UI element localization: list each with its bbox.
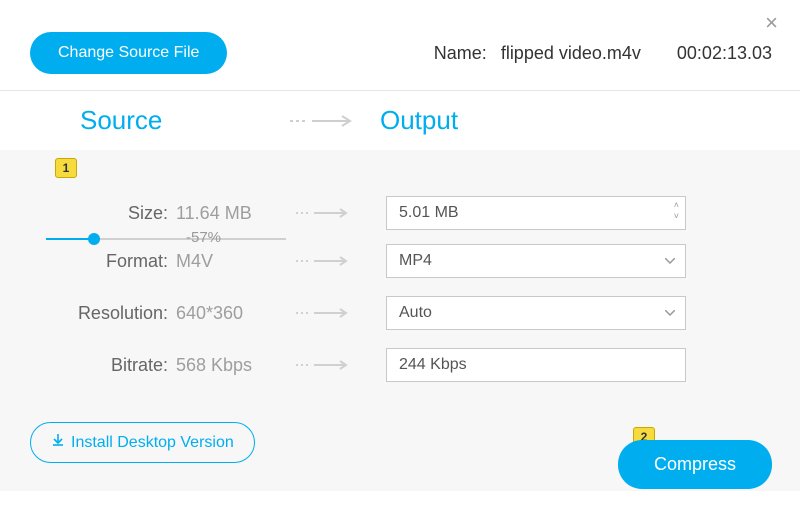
arrow-icon: [296, 307, 386, 319]
install-desktop-label: Install Desktop Version: [71, 434, 234, 452]
stepper-icon[interactable]: ˄˅: [674, 200, 679, 222]
label-bitrate: Bitrate:: [30, 355, 176, 376]
output-bitrate-value: 244 Kbps: [399, 356, 467, 374]
arrow-icon: [290, 114, 360, 128]
format-select[interactable]: MP4: [386, 244, 686, 278]
size-slider[interactable]: -57%: [46, 238, 286, 240]
download-icon: [51, 433, 65, 452]
source-format-value: M4V: [176, 251, 296, 272]
row-size: Size: 11.64 MB 5.01 MB ˄˅: [30, 196, 770, 230]
output-size-value: 5.01 MB: [399, 204, 459, 222]
resolution-select[interactable]: Auto: [386, 296, 686, 330]
duration: 00:02:13.03: [677, 43, 772, 64]
row-format: Format: M4V MP4: [30, 244, 770, 278]
label-format: Format:: [30, 251, 176, 272]
close-icon[interactable]: ×: [765, 10, 778, 36]
tab-output[interactable]: Output: [380, 105, 570, 136]
row-resolution: Resolution: 640*360 Auto: [30, 296, 770, 330]
slider-value: -57%: [186, 229, 221, 246]
output-resolution-value: Auto: [399, 304, 432, 322]
name-label: Name:: [434, 43, 487, 64]
label-resolution: Resolution:: [30, 303, 176, 324]
compress-button[interactable]: Compress: [618, 440, 772, 489]
arrow-icon: [296, 359, 386, 371]
file-name: flipped video.m4v: [501, 43, 641, 64]
arrow-icon: [296, 207, 386, 219]
install-desktop-button[interactable]: Install Desktop Version: [30, 422, 255, 463]
output-size-stepper[interactable]: 5.01 MB ˄˅: [386, 196, 686, 230]
tab-source[interactable]: Source: [80, 105, 270, 136]
change-source-button[interactable]: Change Source File: [30, 32, 227, 74]
file-name-block: Name: flipped video.m4v 00:02:13.03: [434, 43, 772, 64]
tabs: Source Output: [0, 91, 800, 150]
source-size-value: 11.64 MB: [176, 203, 296, 224]
label-size: Size:: [30, 203, 176, 224]
header-bar: Change Source File Name: flipped video.m…: [0, 0, 800, 91]
output-format-value: MP4: [399, 252, 432, 270]
chevron-down-icon: [665, 258, 675, 264]
row-bitrate: Bitrate: 568 Kbps 244 Kbps: [30, 348, 770, 382]
output-bitrate-field[interactable]: 244 Kbps: [386, 348, 686, 382]
arrow-icon: [296, 255, 386, 267]
source-resolution-value: 640*360: [176, 303, 296, 324]
callout-marker-1: 1: [55, 158, 77, 178]
source-bitrate-value: 568 Kbps: [176, 355, 296, 376]
chevron-down-icon: [665, 310, 675, 316]
